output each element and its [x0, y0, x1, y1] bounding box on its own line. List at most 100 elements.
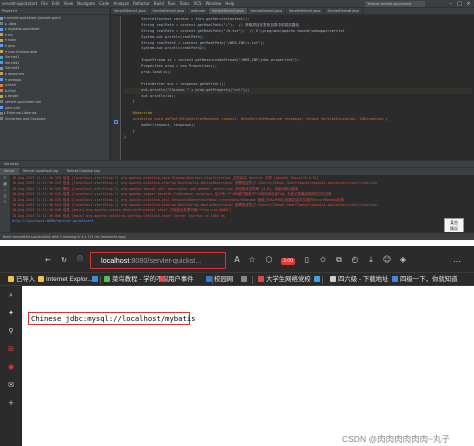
trash-icon[interactable]: ✕ [0, 199, 10, 205]
read-aloud-icon[interactable]: A [232, 255, 242, 265]
address-bar[interactable]: localhost:8080/servlet-quickst... [90, 252, 226, 269]
address-url: localhost:8080/servlet-quickst... [101, 256, 201, 265]
menu-item[interactable]: Run [168, 1, 176, 6]
tree-node-label: ▸ External Libraries [4, 111, 37, 116]
bookmark-item[interactable] [92, 275, 100, 285]
bookmark-item[interactable]: 用户事件 [160, 275, 194, 285]
run-tabs: Server Tomcat Localhost Log Tomcat Catalin… [0, 168, 474, 175]
extension-badge[interactable]: 3.00 [281, 258, 295, 265]
editor-tab[interactable]: web.xml [188, 8, 209, 14]
tree-node-label: Scratches and Consoles [4, 116, 46, 121]
extensions-icon[interactable]: ⬡ [264, 255, 274, 265]
back-icon[interactable]: ← [44, 256, 52, 264]
bookmark-item[interactable] [241, 275, 249, 285]
menu-item[interactable]: Code [99, 1, 109, 6]
bookmark-item[interactable]: 大学生网络党校 [258, 275, 311, 285]
menu-item[interactable]: servlet-quickstart [2, 1, 37, 6]
info-icon[interactable]: ⓘ [76, 256, 84, 264]
menu-item[interactable]: Build [154, 1, 164, 6]
split-screen-icon[interactable]: ▯ [302, 255, 312, 265]
folder-icon [0, 78, 3, 82]
editor-tab[interactable]: ServletDemo6.java [325, 8, 364, 14]
history-icon[interactable]: ◴ [350, 255, 360, 265]
sidebar-sparkle-icon[interactable]: ✦ [0, 304, 22, 322]
code-lines[interactable]: ServletContext context = this.getServlet… [124, 17, 472, 141]
menu-item[interactable]: View [64, 1, 74, 6]
download-icon[interactable]: ⤓ [366, 255, 376, 265]
bookmark-label: Internet Explor... [46, 276, 93, 283]
menu-item[interactable]: Help [225, 1, 234, 6]
menu-item[interactable]: Edit [52, 1, 60, 6]
profile-icon[interactable]: ☺ [382, 255, 392, 265]
override-marker-icon[interactable] [114, 120, 118, 124]
run-tab[interactable]: Server [0, 168, 19, 175]
code-line: } [124, 134, 127, 139]
url-host: localhost [101, 256, 130, 265]
bookmark-item[interactable]: 校园网 [206, 275, 233, 285]
favorites-icon[interactable]: ✩ [318, 255, 328, 265]
tree-node-label: ▸ .idea [4, 21, 17, 26]
bookmark-label: 大学生网络党校 [266, 276, 311, 283]
browser-toolbar: ← ↻ ⓘ localhost:8080/servlet-quickst... … [0, 246, 474, 272]
folder-icon [0, 38, 3, 42]
ide-status-bar: Build completed successfully with 1 warn… [0, 232, 474, 240]
bookmark-favicon-icon [104, 276, 110, 283]
project-panel-header[interactable]: Project ▾ [0, 8, 109, 15]
bookmarks-bar: 已导入 Internet Explor... 菜鸟教程 - 学的不仅... 用户事件校… [0, 272, 474, 286]
menu-item[interactable]: Window [206, 1, 222, 6]
sidebar-outlook-icon[interactable]: ✉ [0, 376, 22, 394]
menu-item[interactable]: File [41, 1, 48, 6]
bookmark-label: 已导入 [16, 276, 36, 283]
editor-tabs: ServletDemo1.java ServletDemo2.java web.xm… [111, 8, 474, 15]
sidebar-games-icon[interactable]: ◉ [0, 358, 22, 376]
tree-node[interactable]: Scratches and Consoles [0, 117, 109, 123]
bookmark-item[interactable] [314, 275, 322, 285]
bookmark-favicon-icon [314, 276, 320, 283]
log-link[interactable]: http://localhost:8080/servlet-quickstart [12, 219, 452, 224]
sidebar-search-icon[interactable]: ⌕ [0, 286, 22, 304]
browser-sidebar: ⌕ ✦ ⚲ ⊞ ◉ ✉ + [0, 286, 22, 446]
bookmark-item[interactable]: 四级一下，你就知道 [392, 275, 458, 285]
refresh-icon[interactable]: ↻ [60, 256, 68, 264]
copilot-icon[interactable]: ◈ [398, 255, 408, 265]
bookmark-favicon-icon [160, 276, 166, 283]
favorite-star-icon[interactable]: ☆ [247, 255, 257, 265]
menu-item[interactable]: Analyze [113, 1, 129, 6]
maximize-icon[interactable]: □ [455, 0, 464, 8]
menu-item[interactable]: Tools [180, 1, 190, 6]
editor-tab[interactable]: ServletDemo3.java [208, 8, 248, 14]
editor-tab[interactable]: ServletDemo2.java [150, 8, 189, 14]
bookmark-item[interactable]: Internet Explor... [38, 275, 93, 285]
editor-tab[interactable]: ServletDemo1.java [111, 8, 150, 14]
run-tab[interactable]: Tomcat Catalina Log [62, 168, 103, 175]
menu-item[interactable]: VCS [193, 1, 201, 6]
sidebar-tools-icon[interactable]: ⊞ [0, 340, 22, 358]
tree-node-label: ▾ main [4, 38, 17, 43]
bookmark-item[interactable]: 四六级 - 下载地址 [330, 275, 388, 285]
sidebar-add-icon[interactable]: + [0, 394, 22, 412]
url-path: :8080/servlet-quickst... [129, 256, 202, 265]
folder-icon [0, 55, 3, 59]
bookmark-divider [252, 276, 253, 284]
editor-tab[interactable]: ServletDemo4.java [248, 8, 287, 14]
editor-tab[interactable]: ServletDemo5.java [286, 8, 325, 14]
code-area[interactable]: ServletContext context = this.getServlet… [111, 16, 474, 160]
project-tree: ▾ servlet-quickstart [servlet-quick ▸ .i… [0, 15, 109, 122]
collections-icon[interactable]: ⧉ [334, 255, 344, 265]
minimize-icon[interactable]: – [446, 0, 455, 8]
console-log[interactable]: 18-Aug-2023 11:11:36.194 信息 [localhost-s… [12, 176, 452, 225]
bookmark-favicon-icon [92, 276, 98, 283]
bookmark-favicon-icon [38, 276, 44, 283]
run-tab[interactable]: Tomcat Localhost Log [19, 168, 62, 175]
run-config-selector[interactable]: Tomcat servlet-quickstart [365, 1, 425, 7]
bookmark-label: 用户事件 [168, 276, 194, 283]
menu-item[interactable]: Refactor [133, 1, 150, 6]
close-icon[interactable]: × [464, 0, 473, 8]
folder-icon [0, 50, 3, 54]
bookmark-item[interactable]: 已导入 [8, 275, 35, 285]
servlet-output-text: Chinese jdbc:mysql://localhost/mybatis [31, 314, 196, 323]
more-icon[interactable]: … [450, 255, 464, 265]
menu-item[interactable]: Navigate [77, 1, 95, 6]
sidebar-bag-icon[interactable]: ⚲ [0, 322, 22, 340]
bookmark-favicon-icon [241, 276, 247, 283]
